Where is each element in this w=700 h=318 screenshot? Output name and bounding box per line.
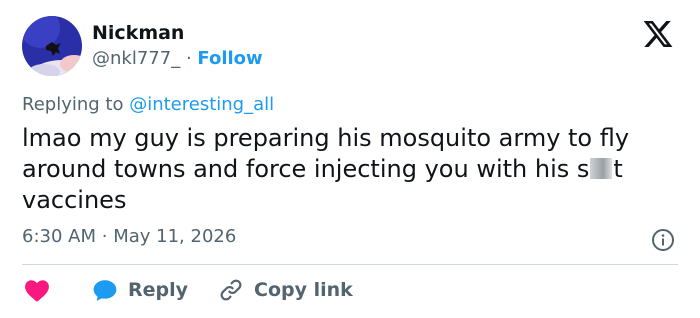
speech-bubble-icon xyxy=(93,280,117,301)
link-icon xyxy=(220,279,242,301)
tweet-timestamp[interactable]: 6:30 AM · May 11, 2026 xyxy=(22,226,236,247)
reply-label: Reply xyxy=(128,279,189,301)
meta-separator: · xyxy=(101,226,108,247)
reply-button[interactable]: Reply xyxy=(92,278,188,302)
replying-prefix: Replying to xyxy=(22,94,124,115)
replying-mention[interactable]: @interesting_all xyxy=(129,94,274,115)
avatar-image xyxy=(22,16,82,76)
author-handle[interactable]: @nkl777_ xyxy=(92,48,180,69)
censored-blur xyxy=(590,158,613,179)
action-bar: Reply Copy link xyxy=(24,276,353,304)
author-name[interactable]: Nickman xyxy=(92,22,184,44)
tweet-date: May 11, 2026 xyxy=(113,226,237,247)
divider xyxy=(22,264,678,265)
tweet-text-before: lmao my guy is preparing his mosquito ar… xyxy=(22,124,630,183)
avatar[interactable] xyxy=(22,16,82,76)
copy-link-button[interactable]: Copy link xyxy=(218,277,353,303)
copy-link-label: Copy link xyxy=(254,279,353,301)
x-logo-icon[interactable] xyxy=(640,18,676,50)
handle-separator: · xyxy=(185,48,192,69)
heart-icon[interactable] xyxy=(24,278,50,302)
replying-to: Replying to @interesting_all xyxy=(22,94,274,115)
tweet-text: lmao my guy is preparing his mosquito ar… xyxy=(22,123,692,216)
follow-button[interactable]: Follow xyxy=(197,48,262,69)
author-handle-row: @nkl777_ · Follow xyxy=(92,48,263,69)
info-icon[interactable] xyxy=(651,228,675,252)
tweet-time: 6:30 AM xyxy=(22,226,96,247)
